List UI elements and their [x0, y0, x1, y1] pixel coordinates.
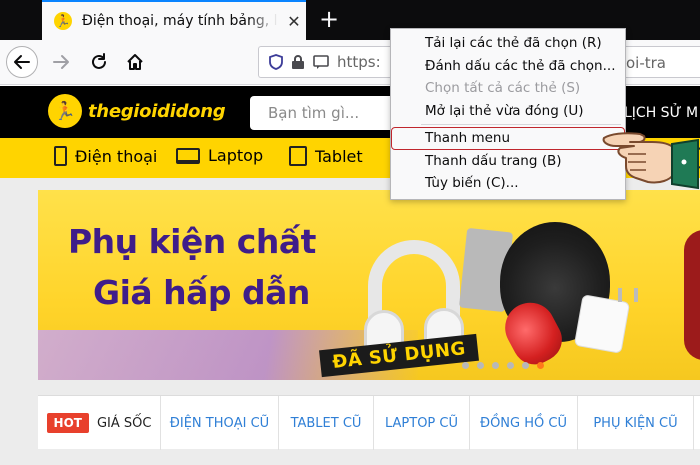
- tab-used-watches[interactable]: ĐỒNG HỒ CŨ: [470, 396, 578, 450]
- tab-used-laptops[interactable]: LAPTOP CŨ: [374, 396, 470, 450]
- tab-title: Điện thoại, máy tính bảng, laptop: [82, 13, 278, 29]
- promo-banner[interactable]: Phụ kiện chất Giá hấp dẫn ĐÃ SỬ DỤNG: [38, 190, 700, 380]
- carousel-dot[interactable]: [522, 362, 529, 369]
- running-man-icon: 🏃: [48, 94, 82, 128]
- back-button[interactable]: [6, 46, 38, 78]
- nav-item-label: Tablet: [315, 146, 363, 166]
- reload-button[interactable]: [84, 47, 114, 77]
- menu-item-bookmarks-toolbar[interactable]: Thanh dấu trang (B): [391, 150, 625, 173]
- laptop-icon: [176, 147, 200, 164]
- menu-separator: [421, 124, 621, 125]
- arrow-right-icon: [53, 55, 69, 69]
- tab-hot-deals[interactable]: HOT GIÁ SỐC: [38, 396, 161, 450]
- menu-item-customize[interactable]: Tùy biến (C)...: [391, 172, 625, 195]
- charger-plug-image: [618, 288, 638, 302]
- page-info-icon[interactable]: [313, 55, 329, 69]
- url-text-tail: oi-tra: [626, 54, 666, 72]
- hot-badge: HOT: [46, 413, 89, 433]
- tab-used-tablets[interactable]: TABLET CŨ: [279, 396, 374, 450]
- category-tab-bar: HOT GIÁ SỐC ĐIỆN THOẠI CŨ TABLET CŨ LAPT…: [38, 395, 700, 450]
- carousel-dot[interactable]: [492, 362, 499, 369]
- tab-label: PHỤ KIỆN CŨ: [593, 415, 678, 431]
- carousel-dot[interactable]: [477, 362, 484, 369]
- tab-context-menu: Tải lại các thẻ đã chọn (R) Đánh dấu các…: [390, 28, 626, 200]
- nav-item-label: Laptop: [208, 146, 264, 165]
- nav-item-phone[interactable]: Điện thoại: [54, 146, 157, 166]
- tab-label: ĐIỆN THOẠI CŨ: [169, 415, 270, 431]
- home-icon: [127, 54, 143, 70]
- tab-label: TABLET CŨ: [290, 415, 362, 431]
- carousel-dot[interactable]: [507, 362, 514, 369]
- menu-item-reopen-closed-tab[interactable]: Mở lại thẻ vừa đóng (U): [391, 100, 625, 123]
- menu-item-select-all-tabs[interactable]: Chọn tất cả các thẻ (S): [391, 77, 625, 100]
- nav-item-laptop[interactable]: Laptop: [176, 146, 263, 165]
- browser-tab[interactable]: 🏃 Điện thoại, máy tính bảng, laptop ✕: [42, 0, 306, 40]
- carousel-dot[interactable]: [462, 362, 469, 369]
- nav-item-tablet[interactable]: Tablet: [289, 146, 363, 166]
- url-text: https:: [337, 53, 381, 71]
- banner-headline: Phụ kiện chất: [68, 222, 316, 261]
- reload-icon: [92, 53, 106, 69]
- menu-item-menu-bar[interactable]: Thanh menu: [391, 127, 625, 150]
- charger-image: [573, 294, 631, 354]
- shield-icon[interactable]: [269, 54, 283, 70]
- product-image: [684, 230, 700, 360]
- tablet-icon: [289, 146, 307, 166]
- carousel-dot-active[interactable]: [537, 362, 544, 369]
- arrow-left-icon: [14, 55, 30, 69]
- site-search-input[interactable]: Bạn tìm gì...: [250, 96, 410, 130]
- carousel-dots: [462, 362, 544, 369]
- lock-icon[interactable]: [291, 54, 305, 70]
- tab-label: LAPTOP CŨ: [384, 415, 458, 431]
- site-favicon-icon: 🏃: [54, 12, 72, 30]
- site-logo[interactable]: 🏃 thegioididong: [48, 94, 226, 128]
- nav-item-label: Điện thoại: [75, 146, 158, 166]
- pointing-hand-icon: [602, 132, 699, 190]
- tab-label: ĐỒNG HỒ CŨ: [480, 415, 567, 431]
- logo-text: thegioididong: [88, 100, 226, 122]
- new-tab-button[interactable]: +: [316, 6, 342, 32]
- phone-icon: [54, 146, 67, 166]
- home-button[interactable]: [120, 47, 150, 77]
- menu-item-reload-selected-tabs[interactable]: Tải lại các thẻ đã chọn (R): [391, 32, 625, 55]
- menu-item-bookmark-selected-tabs[interactable]: Đánh dấu các thẻ đã chọn...: [391, 55, 625, 78]
- forward-button[interactable]: [46, 47, 76, 77]
- tab-used-accessories[interactable]: PHỤ KIỆN CŨ: [578, 396, 694, 450]
- tab-label: GIÁ SỐC: [96, 415, 152, 431]
- tab-close-icon[interactable]: ✕: [284, 12, 304, 31]
- banner-subheadline: Giá hấp dẫn: [93, 273, 310, 312]
- tab-used-phones[interactable]: ĐIỆN THOẠI CŨ: [161, 396, 279, 450]
